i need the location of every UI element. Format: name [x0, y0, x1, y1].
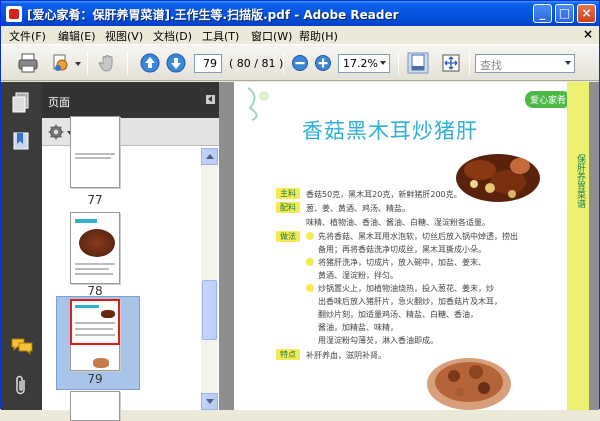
menu-edit[interactable]: 编辑(E) — [58, 28, 96, 44]
navigation-icon-strip — [1, 82, 42, 410]
hand-tool-icon[interactable] — [97, 52, 119, 74]
page-thumbnail-77[interactable] — [70, 116, 120, 188]
text-line: 备用；再将香菇洗净切成丝，黑木耳撕成小朵。 — [318, 245, 486, 254]
thumbnail-content — [75, 263, 115, 265]
collaborate-icon[interactable] — [50, 52, 72, 74]
text-line: 用湿淀粉勾薄芡，淋入香油即成。 — [318, 336, 438, 345]
adobe-reader-icon — [6, 6, 22, 22]
menu-view[interactable]: 视图(V) — [105, 28, 143, 44]
close-document-button[interactable]: × — [583, 27, 593, 41]
scroll-down-button[interactable] — [201, 393, 218, 410]
step-bullet — [306, 258, 314, 266]
ingredient-label: 配料 — [276, 202, 300, 213]
thumbnail-content — [75, 157, 111, 159]
zoom-in-icon[interactable] — [313, 53, 333, 73]
collapse-panel-button[interactable] — [206, 95, 215, 104]
section-tag: 爱心家肴 — [524, 91, 571, 108]
fit-page-icon[interactable] — [407, 52, 429, 74]
search-dropdown-icon[interactable] — [565, 61, 571, 65]
thumbnail-photo — [79, 229, 115, 257]
page-number-input[interactable]: 79 — [194, 54, 222, 73]
menu-help[interactable]: 帮助(H) — [299, 28, 338, 44]
page-thumbnail-label: 79 — [87, 372, 103, 386]
text-line: 酱油，加精盐、味精， — [318, 323, 398, 332]
text-line: 葱、姜、黄酒、鸡汤、精盐。 — [306, 204, 410, 213]
text-line: 先将香菇、黑木耳用水泡软，切丝后放入锅中焯透，捞出 — [318, 232, 518, 241]
page-thumbnail-78[interactable] — [70, 212, 120, 284]
feature-label: 特点 — [276, 349, 300, 360]
page-thumbnail-80[interactable] — [70, 391, 120, 421]
minimize-button[interactable]: _ — [533, 4, 552, 23]
page-thumbnails: 77 78 79 — [42, 116, 219, 421]
toolbar-separator — [469, 51, 470, 75]
menu-bar: 文件(F) 编辑(E) 视图(V) 文档(D) 工具(T) 窗口(W) 帮助(H… — [1, 26, 599, 44]
ingredients-photo — [427, 358, 511, 410]
ingredient-label: 主料 — [276, 188, 300, 199]
scroll-up-icon — [206, 154, 214, 159]
next-page-icon[interactable] — [165, 52, 187, 74]
page-view-rectangle[interactable] — [70, 299, 120, 345]
toolbar-separator — [127, 51, 128, 75]
method-label: 做法 — [276, 231, 300, 242]
menu-tools[interactable]: 工具(T) — [202, 28, 239, 44]
text-line: 出香味后放入猪肝片，急火翻炒，加香菇片及木耳， — [318, 297, 502, 306]
text-line: 翻炒片刻，加适量鸡汤、精盐、白糖、香油， — [318, 310, 478, 319]
page-corner-decoration — [247, 87, 269, 121]
menu-file[interactable]: 文件(F) — [9, 28, 46, 44]
page-count: ( 80 / 81 ) — [229, 57, 284, 70]
window-title: [爱心家肴：保肝养胃菜谱].王作生等.扫描版.pdf - Adobe Reade… — [27, 8, 399, 22]
previous-page-icon[interactable] — [139, 52, 161, 74]
search-input[interactable]: 查找 — [475, 54, 575, 73]
recipe-title: 香菇黑木耳炒猪肝 — [302, 119, 478, 143]
thumbnail-content — [75, 268, 109, 270]
liver-dish-photo — [456, 154, 540, 202]
thumbnail-content — [75, 273, 113, 275]
toolbar-separator — [283, 51, 284, 75]
pages-icon[interactable] — [11, 92, 31, 114]
zoom-dropdown-icon[interactable] — [380, 61, 386, 65]
toolbar: 79 ( 80 / 81 ) 17.2% 查找 — [1, 44, 599, 81]
thumbnail-photo — [93, 358, 109, 368]
pdf-page: 爱心家肴 香菇黑木耳炒猪肝 保肝养胃菜谱 主料 香菇50克，黑木耳20克，新鲜猪… — [234, 82, 589, 410]
step-bullet — [306, 284, 314, 292]
page-thumbnail-79[interactable] — [70, 299, 120, 371]
options-gear-icon[interactable] — [48, 124, 64, 140]
document-view[interactable]: 爱心家肴 香菇黑木耳炒猪肝 保肝养胃菜谱 主料 香菇50克，黑木耳20克，新鲜猪… — [219, 82, 599, 410]
step-bullet — [306, 232, 314, 240]
print-icon[interactable] — [17, 52, 39, 74]
text-line: 炒锅置火上，加植物油烧热，投入葱花、姜末，炒 — [318, 284, 494, 293]
panel-options-bar — [42, 118, 219, 146]
text-line: 将猪肝洗净，切成片，放入碗中，加盐、姜末、 — [318, 258, 486, 267]
adobe-reader-window: [爱心家肴：保肝养胃菜谱].王作生等.扫描版.pdf - Adobe Reade… — [0, 0, 600, 421]
zoom-out-icon[interactable] — [290, 53, 310, 73]
toolbar-separator — [398, 51, 399, 75]
text-line: 香菇50克，黑木耳20克，新鲜猪肝200克。 — [306, 190, 462, 199]
attachments-icon[interactable] — [13, 374, 29, 396]
comments-icon[interactable] — [11, 337, 33, 355]
page-side-strip-text: 保肝养胃菜谱 — [575, 154, 585, 208]
text-line: 黄酒、湿淀粉，拌匀。 — [318, 271, 398, 280]
full-screen-icon[interactable] — [440, 52, 462, 74]
menu-window[interactable]: 窗口(W) — [251, 28, 292, 44]
title-bar[interactable]: [爱心家肴：保肝养胃菜谱].王作生等.扫描版.pdf - Adobe Reade… — [1, 1, 599, 26]
thumbnail-title — [75, 219, 97, 223]
menu-document[interactable]: 文档(D) — [153, 28, 192, 44]
pages-panel-title: 页面 — [48, 96, 70, 109]
scroll-up-button[interactable] — [201, 148, 218, 165]
collaborate-dropdown-icon[interactable] — [75, 62, 81, 66]
thumbnail-content — [75, 153, 115, 155]
bookmarks-icon[interactable] — [12, 132, 30, 150]
close-button[interactable]: × — [577, 4, 596, 23]
maximize-button[interactable]: □ — [555, 4, 574, 23]
toolbar-separator — [87, 51, 88, 75]
text-line: 补肝养血，滋阴补肾。 — [306, 351, 386, 360]
panel-scrollbar[interactable] — [201, 148, 218, 410]
scroll-down-icon — [206, 399, 214, 404]
page-thumbnail-label: 77 — [87, 193, 103, 207]
scroll-thumb[interactable] — [202, 280, 217, 340]
pages-panel-header: 页面 — [42, 82, 219, 118]
page-side-strip: 保肝养胃菜谱 — [567, 82, 589, 410]
text-line: 味精、植物油、香油、酱油、白糖、湿淀粉各适量。 — [306, 218, 490, 227]
